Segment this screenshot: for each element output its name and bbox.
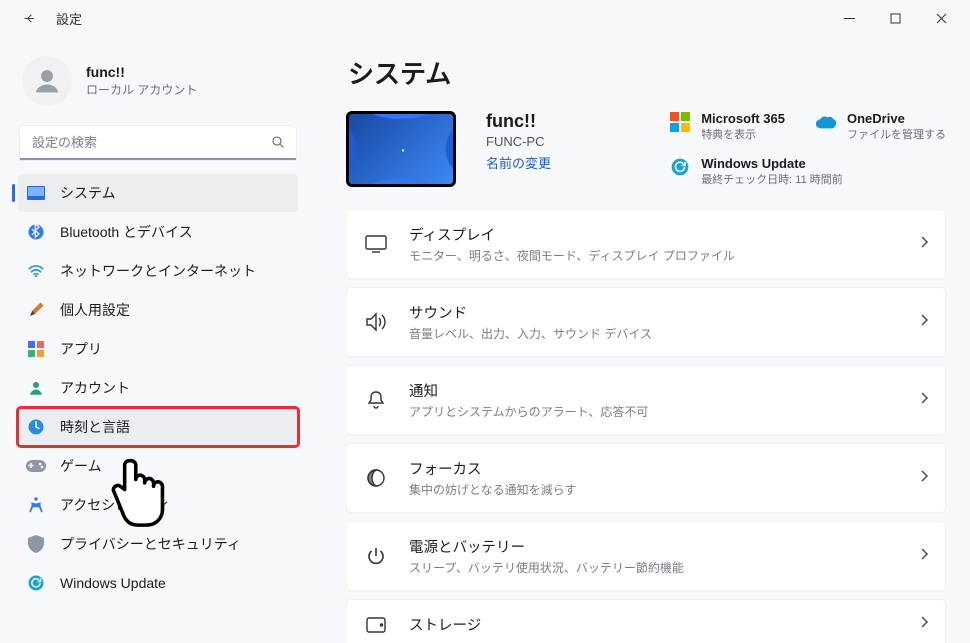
card-title: フォーカス bbox=[409, 458, 576, 479]
chevron-right-icon bbox=[920, 615, 929, 634]
sidebar: func!! ローカル アカウント システム Bluetooth とデバイス ネ… bbox=[0, 36, 310, 643]
onedrive-icon bbox=[815, 111, 837, 133]
main-content: システム func!! FUNC-PC 名前の変更 Microsoft 365特… bbox=[310, 36, 970, 643]
close-icon bbox=[936, 13, 947, 24]
sound-icon bbox=[363, 312, 389, 332]
card-display[interactable]: ディスプレイモニター、明るさ、夜間モード、ディスプレイ プロファイル bbox=[346, 209, 946, 279]
sidebar-item-network[interactable]: ネットワークとインターネット bbox=[18, 252, 298, 290]
sidebar-item-game[interactable]: ゲーム bbox=[18, 447, 298, 485]
avatar bbox=[22, 56, 72, 106]
page-title: システム bbox=[348, 54, 946, 91]
wifi-icon bbox=[26, 261, 46, 281]
sidebar-item-label: ゲーム bbox=[60, 456, 102, 476]
ms365-icon bbox=[669, 111, 691, 133]
device-id: FUNC-PC bbox=[486, 134, 551, 149]
device-name: func!! bbox=[486, 111, 551, 132]
window-title: 設定 bbox=[56, 9, 82, 28]
sidebar-item-label: Windows Update bbox=[60, 575, 166, 591]
sidebar-item-label: Bluetooth とデバイス bbox=[60, 222, 193, 242]
card-power[interactable]: 電源とバッテリースリープ、バッテリ使用状況、バッテリー節約機能 bbox=[346, 521, 946, 591]
card-sound[interactable]: サウンド音量レベル、出力、入力、サウンド デバイス bbox=[346, 287, 946, 357]
system-icon bbox=[26, 183, 46, 203]
update-icon bbox=[669, 156, 691, 178]
card-subtitle: 音量レベル、出力、入力、サウンド デバイス bbox=[409, 325, 652, 342]
sidebar-item-label: システム bbox=[60, 183, 116, 203]
sidebar-item-update[interactable]: Windows Update bbox=[18, 564, 298, 602]
accessibility-icon bbox=[26, 495, 46, 515]
user-block[interactable]: func!! ローカル アカウント bbox=[16, 44, 300, 124]
sidebar-item-bluetooth[interactable]: Bluetooth とデバイス bbox=[18, 213, 298, 251]
maximize-button[interactable] bbox=[872, 0, 918, 36]
card-subtitle: モニター、明るさ、夜間モード、ディスプレイ プロファイル bbox=[409, 247, 735, 264]
bluetooth-icon bbox=[26, 222, 46, 242]
sidebar-item-account[interactable]: アカウント bbox=[18, 369, 298, 407]
tile-windows-update[interactable]: Windows Update最終チェック日時: 11 時間前 bbox=[669, 156, 946, 187]
user-subtitle: ローカル アカウント bbox=[86, 81, 197, 98]
tile-onedrive[interactable]: OneDriveファイルを管理する bbox=[815, 111, 946, 142]
focus-icon bbox=[363, 468, 389, 488]
sidebar-item-label: ネットワークとインターネット bbox=[60, 261, 256, 281]
clock-globe-icon bbox=[26, 417, 46, 437]
chevron-right-icon bbox=[920, 547, 929, 566]
chevron-right-icon bbox=[920, 313, 929, 332]
display-icon bbox=[363, 235, 389, 253]
arrow-left-icon bbox=[22, 11, 37, 26]
sidebar-item-privacy[interactable]: プライバシーとセキュリティ bbox=[18, 525, 298, 563]
sidebar-item-label: プライバシーとセキュリティ bbox=[60, 534, 241, 554]
card-focus[interactable]: フォーカス集中の妨げとなる通知を減らす bbox=[346, 443, 946, 513]
close-button[interactable] bbox=[918, 0, 964, 36]
card-storage[interactable]: ストレージ bbox=[346, 599, 946, 643]
chevron-right-icon bbox=[920, 391, 929, 410]
sidebar-item-label: 個人用設定 bbox=[60, 300, 130, 320]
tile-subtitle: 最終チェック日時: 11 時間前 bbox=[701, 171, 843, 187]
card-notifications[interactable]: 通知アプリとシステムからのアラート、応答不可 bbox=[346, 365, 946, 435]
sidebar-item-personal[interactable]: 個人用設定 bbox=[18, 291, 298, 329]
person-icon bbox=[30, 64, 64, 98]
power-icon bbox=[363, 546, 389, 566]
tile-subtitle: ファイルを管理する bbox=[847, 126, 946, 142]
sidebar-item-accessibility[interactable]: アクセシビリティ bbox=[18, 486, 298, 524]
search-icon bbox=[270, 134, 286, 150]
tile-title: OneDrive bbox=[847, 111, 946, 126]
minimize-button[interactable] bbox=[826, 0, 872, 36]
brush-icon bbox=[26, 300, 46, 320]
update-icon bbox=[26, 573, 46, 593]
user-name: func!! bbox=[86, 64, 197, 80]
sidebar-item-label: 時刻と言語 bbox=[60, 417, 130, 437]
bell-icon bbox=[363, 390, 389, 410]
card-title: 電源とバッテリー bbox=[409, 536, 684, 557]
storage-icon bbox=[363, 617, 389, 633]
account-icon bbox=[26, 378, 46, 398]
gamepad-icon bbox=[26, 456, 46, 476]
sidebar-item-label: アカウント bbox=[60, 378, 130, 398]
card-title: 通知 bbox=[409, 380, 648, 401]
sidebar-item-label: アクセシビリティ bbox=[60, 495, 170, 515]
card-title: サウンド bbox=[409, 302, 652, 323]
back-button[interactable] bbox=[16, 5, 42, 31]
shield-icon bbox=[26, 534, 46, 554]
sidebar-item-timelang[interactable]: 時刻と言語 bbox=[18, 408, 298, 446]
card-title: ディスプレイ bbox=[409, 224, 735, 245]
sidebar-item-apps[interactable]: アプリ bbox=[18, 330, 298, 368]
card-title: ストレージ bbox=[409, 614, 481, 635]
titlebar: 設定 bbox=[0, 0, 970, 36]
card-subtitle: スリープ、バッテリ使用状況、バッテリー節約機能 bbox=[409, 559, 684, 576]
tile-subtitle: 特典を表示 bbox=[701, 126, 785, 142]
card-subtitle: アプリとシステムからのアラート、応答不可 bbox=[409, 403, 648, 420]
search-input[interactable] bbox=[20, 126, 296, 160]
tile-title: Microsoft 365 bbox=[701, 111, 785, 126]
chevron-right-icon bbox=[920, 235, 929, 254]
device-thumbnail bbox=[346, 111, 456, 187]
sidebar-item-system[interactable]: システム bbox=[18, 174, 298, 212]
minimize-icon bbox=[844, 13, 855, 24]
apps-icon bbox=[26, 339, 46, 359]
sidebar-item-label: アプリ bbox=[60, 339, 102, 359]
card-subtitle: 集中の妨げとなる通知を減らす bbox=[409, 481, 576, 498]
maximize-icon bbox=[890, 13, 901, 24]
rename-link[interactable]: 名前の変更 bbox=[486, 153, 551, 172]
tile-ms365[interactable]: Microsoft 365特典を表示 bbox=[669, 111, 785, 142]
chevron-right-icon bbox=[920, 469, 929, 488]
tile-title: Windows Update bbox=[701, 156, 843, 171]
